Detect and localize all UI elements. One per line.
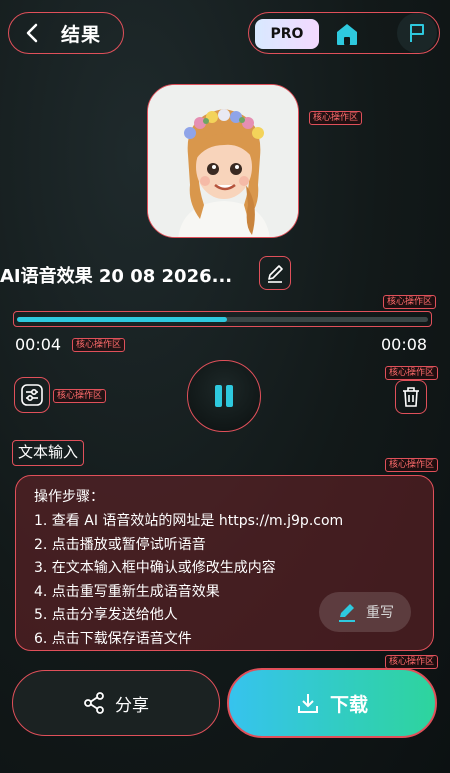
core-area-tag: 核心操作区 bbox=[383, 295, 437, 309]
core-area-tag: 核心操作区 bbox=[309, 111, 363, 125]
core-area-tag: 核心操作区 bbox=[385, 458, 439, 472]
steps-title: 操作步骤： bbox=[34, 489, 104, 505]
rewrite-label: 重写 bbox=[366, 605, 394, 621]
feedback-button[interactable] bbox=[397, 13, 437, 53]
download-label: 下载 bbox=[329, 693, 368, 716]
flag-icon bbox=[410, 24, 424, 42]
core-area-tag: 核心操作区 bbox=[385, 655, 439, 669]
avatar-image bbox=[148, 85, 298, 237]
rewrite-button[interactable]: 重写 bbox=[319, 592, 411, 632]
core-area-tag: 核心操作区 bbox=[72, 338, 126, 352]
audio-name: AI语音效果 20 08 2026... bbox=[0, 266, 233, 287]
progress-track bbox=[17, 317, 428, 322]
share-icon bbox=[84, 692, 104, 714]
sliders-icon bbox=[21, 384, 43, 406]
download-icon bbox=[297, 694, 318, 713]
text-input-area[interactable]: 操作步骤： 1. 查看 AI 语音效站的网址是 https://m.j9p.co… bbox=[15, 475, 434, 651]
trash-icon bbox=[403, 387, 419, 407]
pencil-icon bbox=[268, 265, 283, 283]
share-label: 分享 bbox=[115, 695, 149, 716]
pause-icon bbox=[215, 385, 233, 407]
step-item: 1. 查看 AI 语音效站的网址是 https://m.j9p.com bbox=[34, 513, 344, 529]
core-area-tag: 核心操作区 bbox=[385, 366, 439, 380]
download-button[interactable]: 下载 bbox=[227, 668, 437, 738]
step-item: 2. 点击播放或暂停试听语音 bbox=[34, 536, 206, 553]
page-title: 结果 bbox=[61, 23, 102, 46]
pause-button[interactable] bbox=[187, 360, 261, 432]
edit-name-button[interactable] bbox=[259, 256, 291, 290]
top-actions: PRO bbox=[248, 12, 440, 54]
home-icon[interactable] bbox=[333, 20, 361, 48]
progress-slider[interactable] bbox=[13, 311, 432, 327]
current-time: 00:04 bbox=[15, 335, 62, 354]
pencil-icon bbox=[339, 604, 355, 622]
step-item: 3. 在文本输入框中确认或修改生成内容 bbox=[34, 560, 276, 576]
delete-button[interactable] bbox=[395, 380, 427, 414]
share-button[interactable]: 分享 bbox=[12, 670, 220, 736]
text-input-label: 文本输入 bbox=[12, 440, 85, 466]
back-button[interactable]: 结果 bbox=[8, 12, 124, 54]
settings-button[interactable] bbox=[14, 377, 50, 413]
avatar bbox=[147, 84, 299, 238]
total-time: 00:08 bbox=[381, 335, 428, 354]
chevron-left-icon bbox=[26, 23, 38, 43]
pro-badge[interactable]: PRO bbox=[255, 19, 319, 49]
progress-fill bbox=[17, 317, 227, 322]
core-area-tag: 核心操作区 bbox=[53, 389, 107, 403]
